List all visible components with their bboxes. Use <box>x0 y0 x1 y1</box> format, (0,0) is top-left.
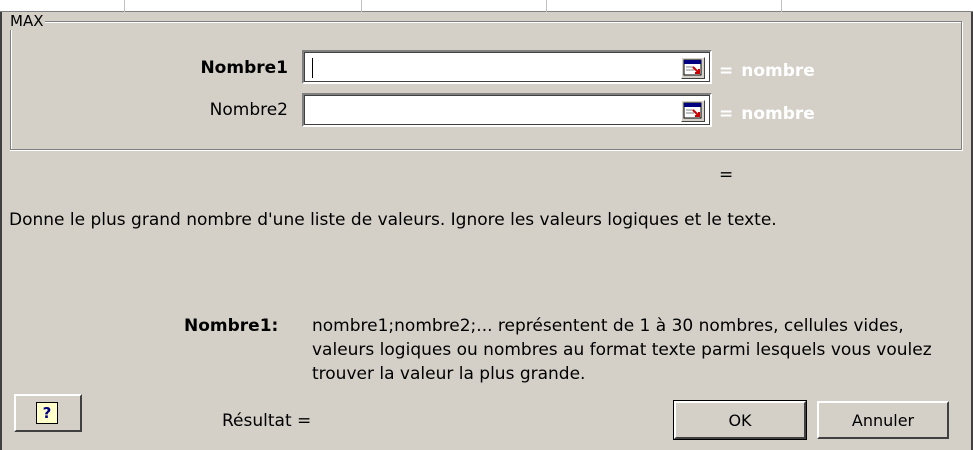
dialog-edge <box>0 12 2 450</box>
argument-help-name: Nombre1: <box>184 316 279 336</box>
formula-result-equals: = <box>719 165 734 185</box>
argument-label-nombre2: Nombre2 <box>209 100 288 120</box>
separator <box>10 150 962 152</box>
equals-sign: = <box>719 61 734 81</box>
argument-result-nombre1: = nombre <box>719 60 815 82</box>
argument-result-value: nombre <box>741 61 815 81</box>
argument-label-nombre1: Nombre1 <box>200 58 288 78</box>
column-divider <box>781 0 782 12</box>
ok-button[interactable]: OK <box>673 400 807 440</box>
nombre1-input[interactable] <box>308 54 678 80</box>
formula-result-label: Résultat = <box>222 411 312 431</box>
nombre2-input[interactable] <box>308 97 678 123</box>
function-name-label: MAX <box>8 12 46 30</box>
column-divider <box>124 0 125 12</box>
collapse-dialog-icon <box>683 102 702 119</box>
collapse-dialog-button[interactable] <box>681 100 705 122</box>
argument-help-text: nombre1;nombre2;... représentent de 1 à … <box>312 316 932 384</box>
column-divider <box>361 0 362 12</box>
help-icon: ? <box>36 402 58 424</box>
argument-result-value: nombre <box>741 104 815 124</box>
collapse-dialog-icon <box>683 59 702 76</box>
column-divider <box>546 0 547 12</box>
argument-result-nombre2: = nombre <box>719 103 815 125</box>
arguments-group <box>10 21 962 150</box>
cancel-button[interactable]: Annuler <box>817 401 949 439</box>
equals-sign: = <box>719 104 734 124</box>
help-button[interactable]: ? <box>14 394 82 432</box>
argument-field-nombre2[interactable] <box>302 93 712 127</box>
function-description: Donne le plus grand nombre d'une liste d… <box>9 210 777 230</box>
text-caret <box>312 58 313 78</box>
spreadsheet-strip <box>0 0 973 12</box>
argument-field-nombre1[interactable] <box>302 50 712 84</box>
collapse-dialog-button[interactable] <box>681 57 705 79</box>
